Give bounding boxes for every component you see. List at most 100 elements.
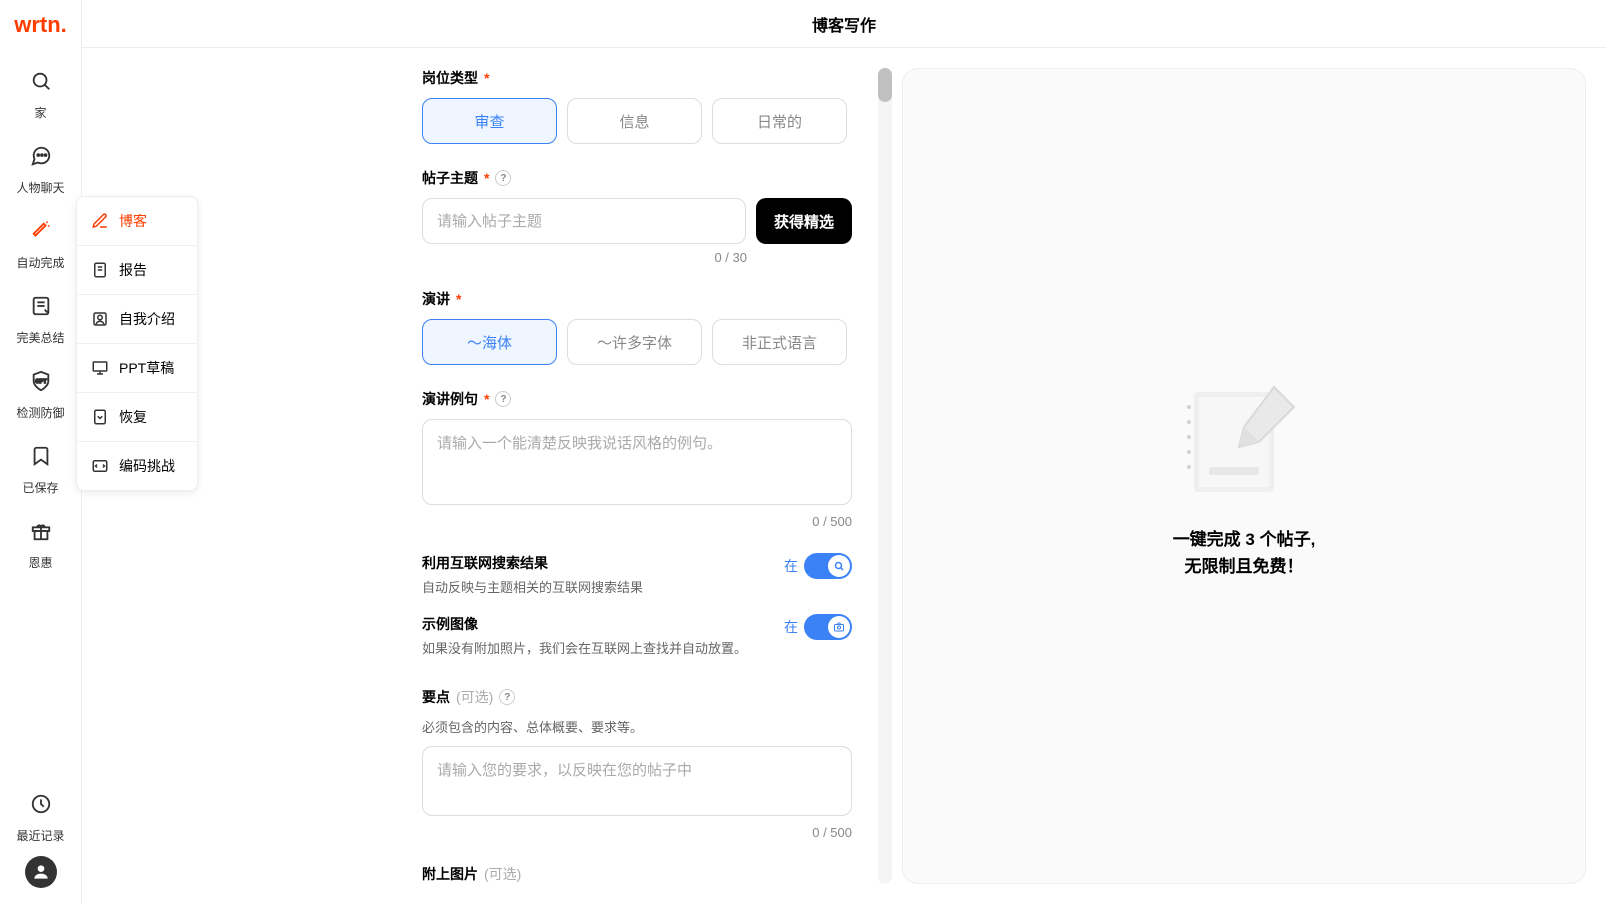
toggle-search: 利用互联网搜索结果 自动反映与主题相关的互联网搜索结果 在	[422, 553, 852, 596]
nav-summary[interactable]: 完美总结	[0, 283, 81, 358]
toggle-desc: 自动反映与主题相关的互联网搜索结果	[422, 577, 784, 596]
header: 博客写作	[82, 0, 1606, 48]
search-icon	[828, 555, 850, 577]
nav-home[interactable]: 家	[0, 58, 81, 133]
help-icon[interactable]: ?	[495, 170, 511, 186]
toggle-desc: 如果没有附加照片，我们会在互联网上查找并自动放置。	[422, 638, 784, 657]
person-icon	[91, 310, 109, 328]
image-toggle[interactable]	[804, 614, 852, 640]
nav-label: 自动完成	[16, 254, 64, 271]
field-job-type: 岗位类型* 审查 信息 日常的	[422, 68, 852, 144]
main: 博客写作 岗位类型* 审查 信息 日常的	[82, 0, 1606, 904]
nav-label: 已保存	[22, 479, 58, 496]
search-icon	[30, 70, 52, 98]
pill-group-speech: ～海体 ～许多字体 非正式语言	[422, 319, 852, 365]
counter: 0 / 500	[422, 825, 852, 840]
nav-gift[interactable]: 恩惠	[0, 508, 81, 583]
presentation-icon	[91, 359, 109, 377]
code-icon	[91, 457, 109, 475]
field-label: 附上图片 (可选)	[422, 864, 852, 884]
submenu-recover[interactable]: 恢复	[77, 393, 197, 442]
recover-icon	[91, 408, 109, 426]
field-points: 要点 (可选) ? 必须包含的内容、总体概要、要求等。 0 / 500	[422, 687, 852, 840]
report-icon	[91, 261, 109, 279]
submenu-label: 报告	[119, 260, 147, 280]
featured-button[interactable]: 获得精选	[756, 198, 852, 244]
nav-autocomplete[interactable]: 自动完成	[0, 208, 81, 283]
field-label: 要点 (可选) ?	[422, 687, 852, 707]
pill-info[interactable]: 信息	[567, 98, 702, 144]
counter: 0 / 30	[422, 250, 747, 265]
pill-speech-2[interactable]: 非正式语言	[712, 319, 847, 365]
pill-speech-1[interactable]: ～许多字体	[567, 319, 702, 365]
submenu-ppt[interactable]: PPT草稿	[77, 344, 197, 393]
camera-icon	[828, 616, 850, 638]
form-panel: 岗位类型* 审查 信息 日常的 帖子主题* ?	[82, 48, 892, 904]
pill-review[interactable]: 审查	[422, 98, 557, 144]
submenu-label: 编码挑战	[119, 456, 175, 476]
shield-icon: GPT	[30, 370, 52, 398]
scrollbar-thumb[interactable]	[878, 68, 892, 102]
pill-speech-0[interactable]: ～海体	[422, 319, 557, 365]
nav-label: 最近记录	[16, 827, 64, 844]
help-icon[interactable]: ?	[495, 391, 511, 407]
field-topic: 帖子主题* ? 获得精选 0 / 30	[422, 168, 852, 265]
notebook-pencil-icon	[1179, 372, 1309, 502]
nav-label: 检测防御	[16, 404, 64, 421]
field-label: 演讲*	[422, 289, 852, 309]
points-textarea[interactable]	[422, 746, 852, 816]
field-label: 帖子主题* ?	[422, 168, 852, 188]
submenu-label: PPT草稿	[119, 358, 174, 378]
preview-panel: 一键完成 3 个帖子, 无限制且免费！	[892, 48, 1606, 904]
nav-detect[interactable]: GPT 检测防御	[0, 358, 81, 433]
field-label: 岗位类型*	[422, 68, 852, 88]
nav-label: 恩惠	[28, 554, 52, 571]
wand-icon	[30, 220, 52, 248]
content: 岗位类型* 审查 信息 日常的 帖子主题* ?	[82, 48, 1606, 904]
gift-icon	[30, 520, 52, 548]
pill-group-job-type: 审查 信息 日常的	[422, 98, 852, 144]
field-speech: 演讲* ～海体 ～许多字体 非正式语言	[422, 289, 852, 365]
field-label: 演讲例句* ?	[422, 389, 852, 409]
logo: wrtn.	[14, 12, 67, 38]
submenu-label: 博客	[119, 211, 147, 231]
chat-icon	[30, 145, 52, 173]
nav-recent[interactable]: 最近记录	[0, 781, 81, 856]
sidebar: wrtn. 家 人物聊天 自动完成 完美总结 GPT 检测防御 已保存 恩惠	[0, 0, 82, 904]
field-desc: 必须包含的内容、总体概要、要求等。	[422, 717, 852, 736]
blog-icon	[91, 212, 109, 230]
svg-text:GPT: GPT	[35, 379, 47, 385]
example-textarea[interactable]	[422, 419, 852, 505]
nav-saved[interactable]: 已保存	[0, 433, 81, 508]
toggle-title: 示例图像	[422, 614, 784, 634]
search-toggle[interactable]	[804, 553, 852, 579]
toggle-state: 在	[784, 556, 798, 576]
toggle-state: 在	[784, 617, 798, 637]
submenu-blog[interactable]: 博客	[77, 197, 197, 246]
preview-box: 一键完成 3 个帖子, 无限制且免费！	[902, 68, 1586, 884]
submenu: 博客 报告 自我介绍 PPT草稿 恢复 编码挑战	[76, 196, 198, 491]
nav-label: 家	[34, 104, 46, 121]
scrollbar[interactable]	[878, 68, 892, 884]
summary-icon	[30, 295, 52, 323]
help-icon[interactable]: ?	[499, 689, 515, 705]
avatar[interactable]	[25, 856, 57, 888]
clock-icon	[30, 793, 52, 821]
submenu-label: 恢复	[119, 407, 147, 427]
toggle-image: 示例图像 如果没有附加照片，我们会在互联网上查找并自动放置。 在	[422, 614, 852, 657]
nav-label: 完美总结	[16, 329, 64, 346]
submenu-intro[interactable]: 自我介绍	[77, 295, 197, 344]
submenu-report[interactable]: 报告	[77, 246, 197, 295]
toggle-title: 利用互联网搜索结果	[422, 553, 784, 573]
nav-label: 人物聊天	[16, 179, 64, 196]
submenu-code[interactable]: 编码挑战	[77, 442, 197, 490]
preview-text: 一键完成 3 个帖子, 无限制且免费！	[1173, 526, 1316, 580]
field-example: 演讲例句* ? 0 / 500	[422, 389, 852, 529]
pill-daily[interactable]: 日常的	[712, 98, 847, 144]
topic-input[interactable]	[422, 198, 746, 244]
field-attach: 附上图片 (可选)	[422, 864, 852, 884]
bookmark-icon	[30, 445, 52, 473]
page-title: 博客写作	[812, 12, 876, 36]
nav-chat[interactable]: 人物聊天	[0, 133, 81, 208]
submenu-label: 自我介绍	[119, 309, 175, 329]
